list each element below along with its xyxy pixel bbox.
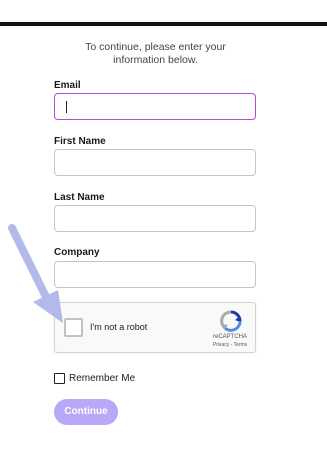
intro-line-2: information below. <box>113 54 198 66</box>
remember-me-checkbox[interactable] <box>54 373 65 384</box>
email-label: Email <box>54 80 81 91</box>
header-divider <box>0 22 327 26</box>
first-name-field[interactable] <box>54 149 256 176</box>
intro-line-1: To continue, please enter your <box>85 41 226 53</box>
recaptcha-privacy-terms[interactable]: Privacy - Terms <box>202 342 258 348</box>
recaptcha-label: I'm not a robot <box>90 322 148 332</box>
recaptcha-brand: reCAPTCHA <box>212 334 247 340</box>
remember-me-label: Remember Me <box>69 373 136 384</box>
recaptcha-logo-icon <box>220 310 242 332</box>
text-caret <box>66 101 67 113</box>
last-name-label: Last Name <box>54 192 105 203</box>
email-field[interactable] <box>54 93 256 120</box>
arrow-annotation-icon <box>8 224 63 323</box>
continue-button[interactable]: Continue <box>54 399 118 425</box>
intro-text: To continue, please enter your informati… <box>54 41 257 67</box>
company-field[interactable] <box>54 261 256 288</box>
last-name-field[interactable] <box>54 205 256 232</box>
first-name-label: First Name <box>54 136 106 147</box>
recaptcha-widget: I'm not a robot reCAPTCHA Privacy - Term… <box>54 302 256 353</box>
